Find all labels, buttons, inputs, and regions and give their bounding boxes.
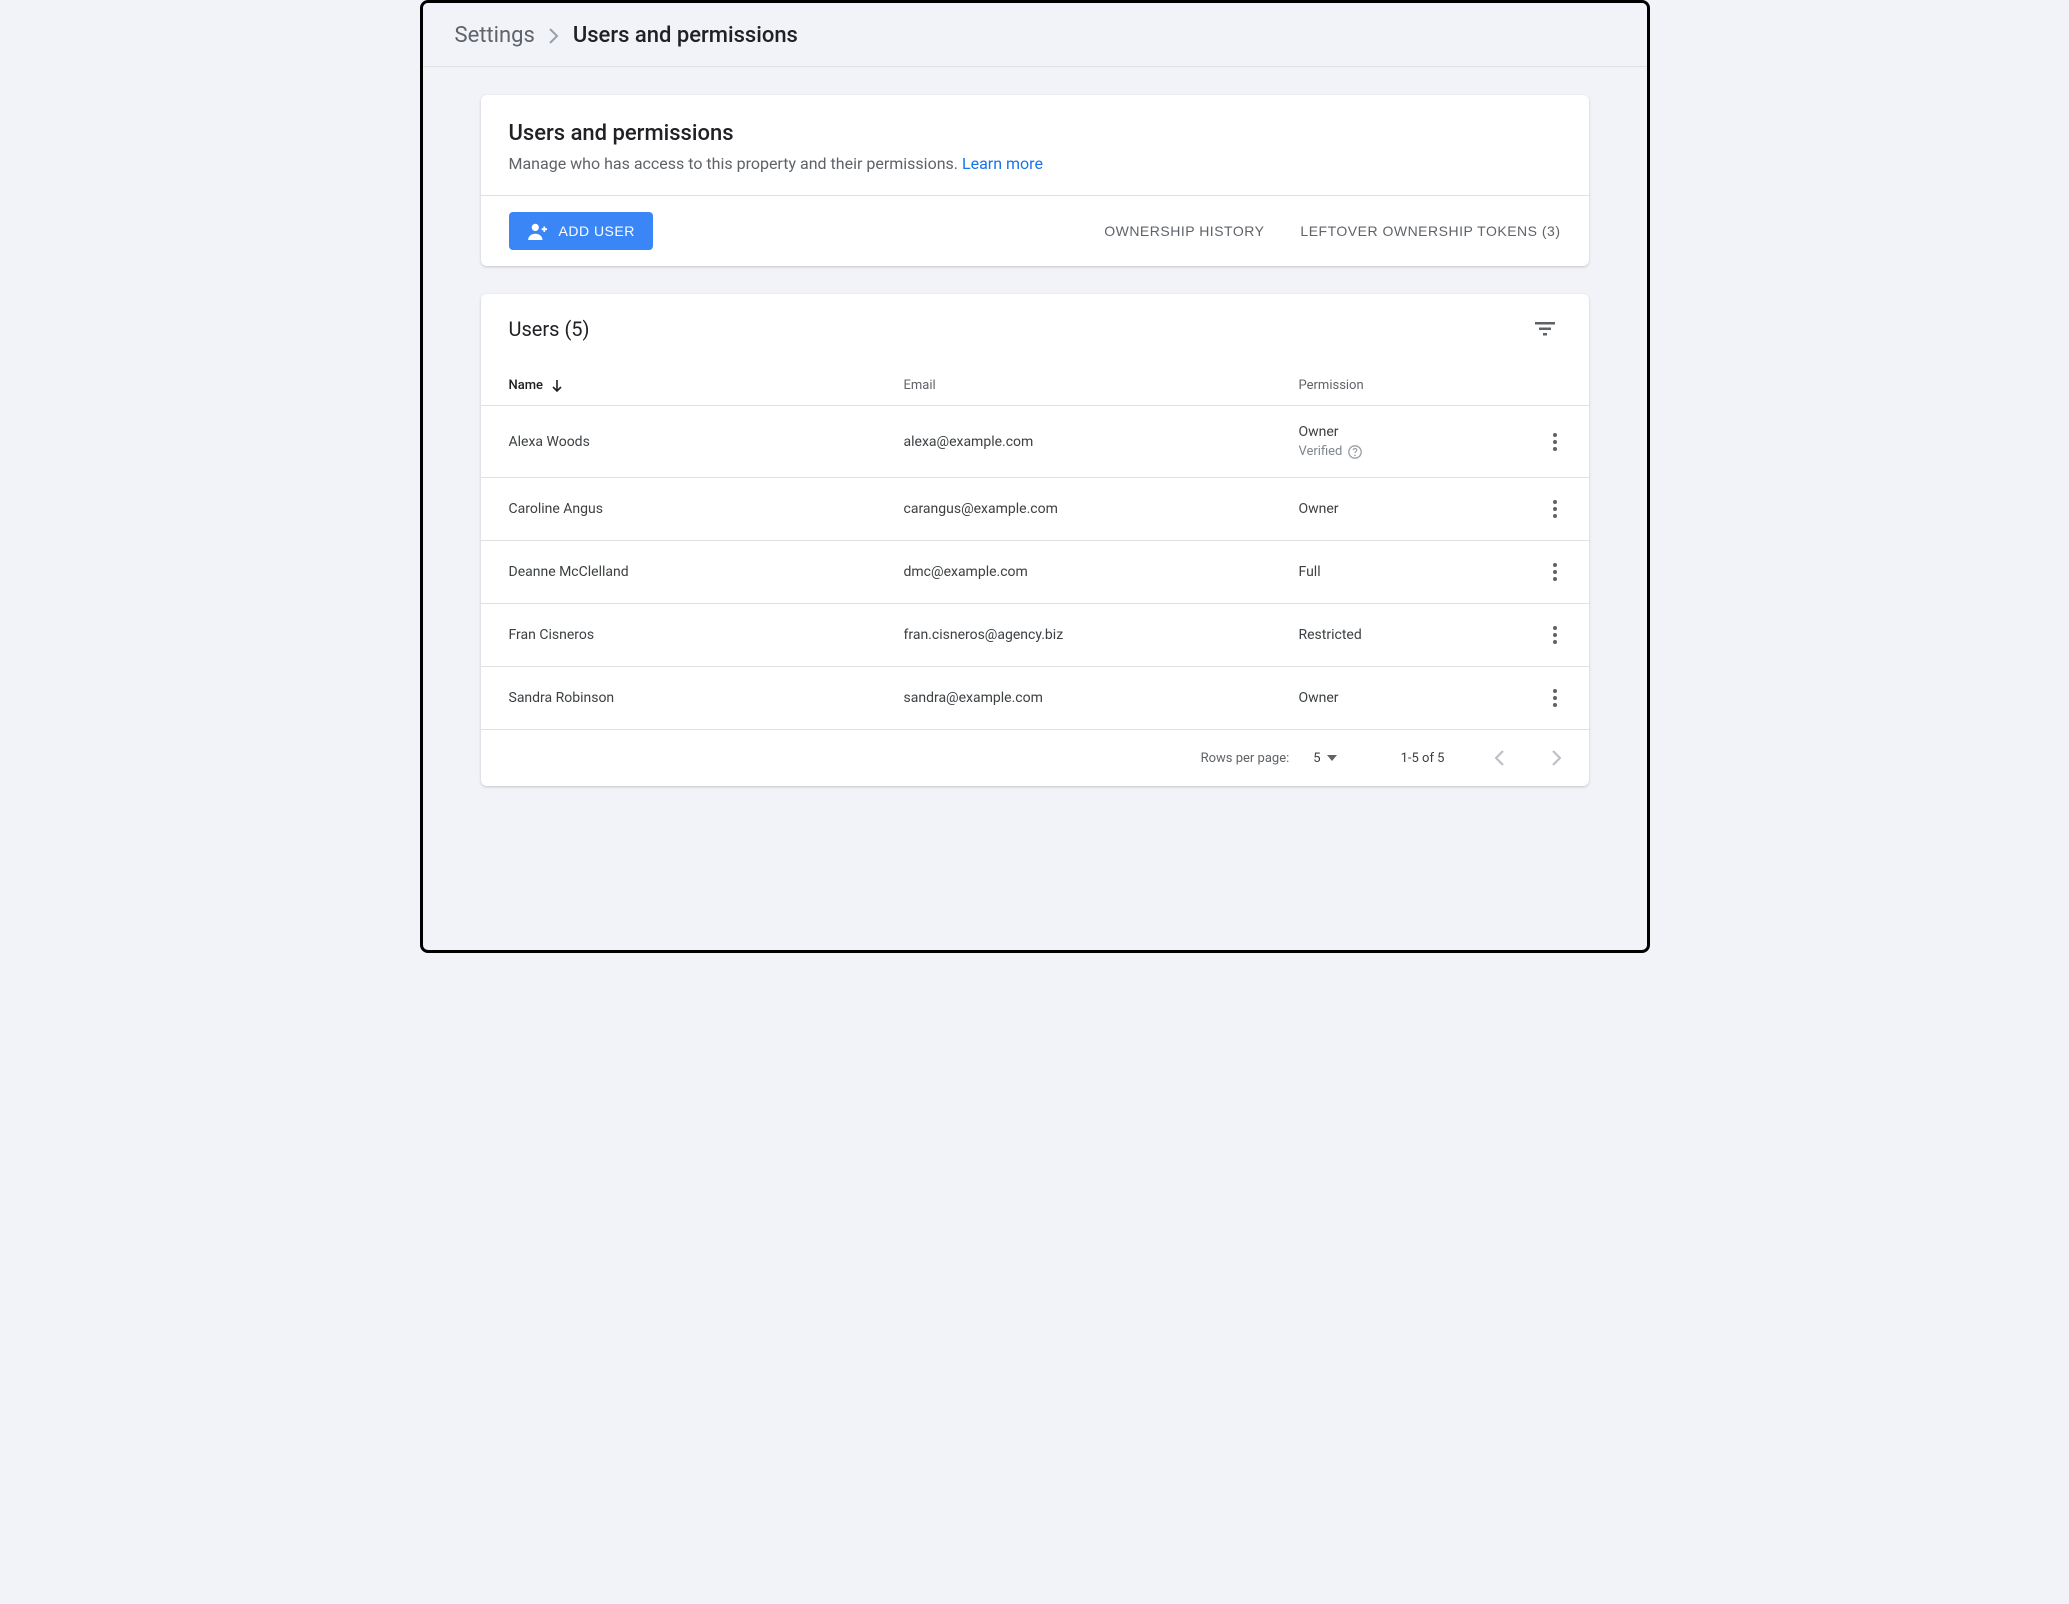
chevron-right-icon bbox=[549, 28, 559, 44]
header-card: Users and permissions Manage who has acc… bbox=[481, 95, 1589, 266]
more-vert-icon bbox=[1553, 500, 1557, 518]
dropdown-icon bbox=[1327, 755, 1337, 761]
user-permission: Restricted bbox=[1299, 627, 1511, 643]
user-permission: Owner bbox=[1299, 424, 1511, 440]
rows-per-page-select[interactable]: 5 bbox=[1313, 751, 1336, 766]
table-row: Sandra Robinson sandra@example.com Owner bbox=[481, 667, 1589, 730]
user-name: Deanne McClelland bbox=[509, 564, 904, 580]
table-header: Name Email Permission bbox=[481, 356, 1589, 406]
users-table-card: Users (5) Name Email Permission bbox=[481, 294, 1589, 786]
page-title: Users and permissions bbox=[509, 121, 1561, 146]
table-row: Caroline Angus carangus@example.com Owne… bbox=[481, 478, 1589, 541]
column-header-name[interactable]: Name bbox=[509, 378, 904, 393]
row-more-button[interactable] bbox=[1549, 429, 1561, 455]
page-description: Manage who has access to this property a… bbox=[509, 154, 1561, 173]
person-add-icon bbox=[527, 222, 549, 240]
user-email: carangus@example.com bbox=[904, 501, 1299, 517]
chevron-right-icon bbox=[1551, 750, 1561, 766]
user-name: Caroline Angus bbox=[509, 501, 904, 517]
column-header-email[interactable]: Email bbox=[904, 378, 1299, 393]
more-vert-icon bbox=[1553, 626, 1557, 644]
table-title: Users (5) bbox=[509, 317, 590, 341]
row-more-button[interactable] bbox=[1549, 496, 1561, 522]
leftover-tokens-button[interactable]: LEFTOVER OWNERSHIP TOKENS (3) bbox=[1300, 223, 1560, 239]
table-row: Fran Cisneros fran.cisneros@agency.biz R… bbox=[481, 604, 1589, 667]
user-permission: Full bbox=[1299, 564, 1511, 580]
user-name: Sandra Robinson bbox=[509, 690, 904, 706]
user-email: dmc@example.com bbox=[904, 564, 1299, 580]
prev-page-button[interactable] bbox=[1489, 744, 1511, 772]
column-header-permission[interactable]: Permission bbox=[1299, 378, 1511, 393]
breadcrumb-root-link[interactable]: Settings bbox=[455, 23, 535, 48]
row-more-button[interactable] bbox=[1549, 622, 1561, 648]
row-more-button[interactable] bbox=[1549, 559, 1561, 585]
user-name: Alexa Woods bbox=[509, 434, 904, 450]
more-vert-icon bbox=[1553, 433, 1557, 451]
user-permission: Owner bbox=[1299, 501, 1511, 517]
more-vert-icon bbox=[1553, 689, 1557, 707]
arrow-down-icon bbox=[551, 379, 563, 393]
verified-label: Verified bbox=[1299, 444, 1511, 459]
chevron-left-icon bbox=[1495, 750, 1505, 766]
filter-icon bbox=[1535, 322, 1555, 336]
user-email: alexa@example.com bbox=[904, 434, 1299, 450]
user-name: Fran Cisneros bbox=[509, 627, 904, 643]
breadcrumb: Settings Users and permissions bbox=[423, 3, 1647, 67]
rows-per-page-label: Rows per page: bbox=[1201, 751, 1290, 766]
row-more-button[interactable] bbox=[1549, 685, 1561, 711]
add-user-button[interactable]: ADD USER bbox=[509, 212, 653, 250]
table-row: Alexa Woods alexa@example.com Owner Veri… bbox=[481, 406, 1589, 478]
user-email: sandra@example.com bbox=[904, 690, 1299, 706]
more-vert-icon bbox=[1553, 563, 1557, 581]
user-permission: Owner bbox=[1299, 690, 1511, 706]
breadcrumb-current: Users and permissions bbox=[573, 23, 798, 48]
help-icon[interactable] bbox=[1348, 445, 1362, 459]
table-row: Deanne McClelland dmc@example.com Full bbox=[481, 541, 1589, 604]
page-range: 1-5 of 5 bbox=[1401, 751, 1445, 766]
learn-more-link[interactable]: Learn more bbox=[962, 154, 1043, 173]
ownership-history-button[interactable]: OWNERSHIP HISTORY bbox=[1104, 223, 1264, 239]
filter-button[interactable] bbox=[1529, 316, 1561, 342]
user-email: fran.cisneros@agency.biz bbox=[904, 627, 1299, 643]
next-page-button[interactable] bbox=[1545, 744, 1567, 772]
table-footer: Rows per page: 5 1-5 of 5 bbox=[481, 730, 1589, 786]
